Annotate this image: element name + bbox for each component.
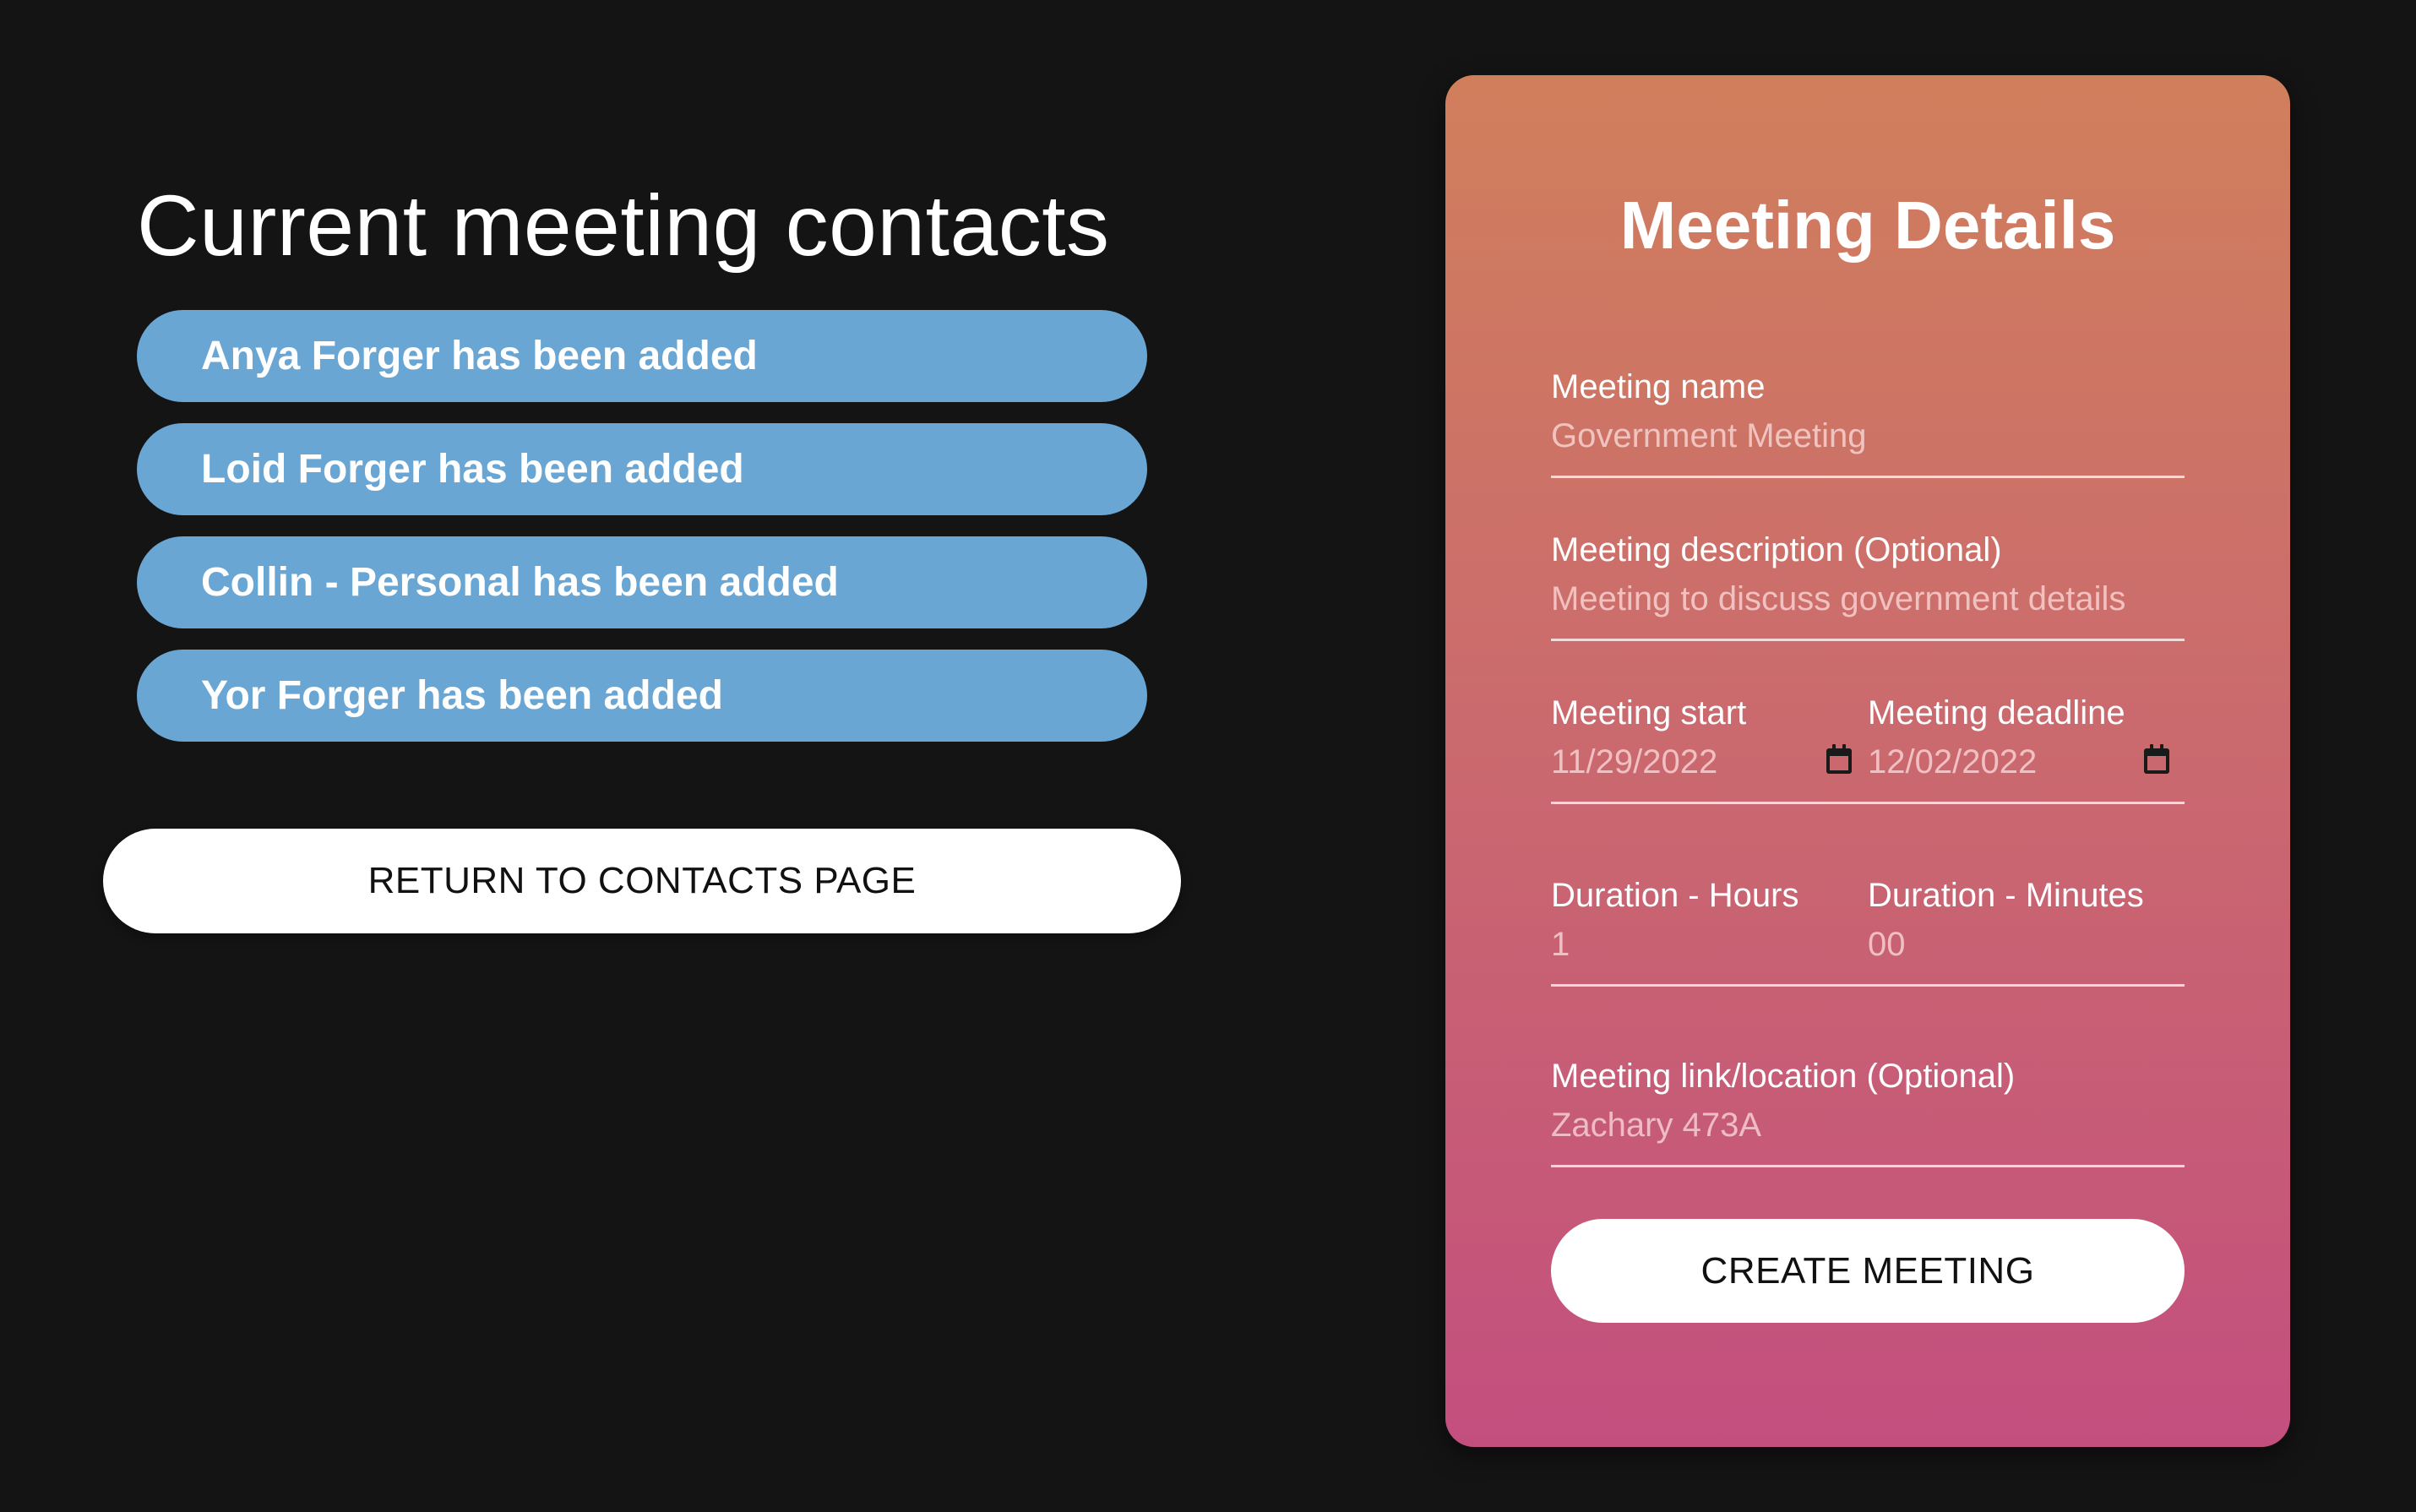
meeting-description-field: Meeting description (Optional) Meeting t… [1551,528,2185,621]
return-to-contacts-button[interactable]: RETURN TO CONTACTS PAGE [103,829,1181,933]
calendar-icon[interactable] [2144,744,2169,774]
meeting-deadline-value: 12/02/2022 [1868,743,2038,780]
calendar-icon[interactable] [1826,744,1852,774]
meeting-start-label: Meeting start [1551,694,1747,732]
duration-hours-label: Duration - Hours [1551,877,1799,914]
meeting-name-field: Meeting name Government Meeting [1551,365,2185,458]
meeting-details-card: Meeting Details Meeting name Government … [1445,75,2290,1447]
meeting-start-value: 11/29/2022 [1551,743,1718,780]
contact-list: Anya Forger has been added Loid Forger h… [137,310,1147,763]
meeting-details-title: Meeting Details [1619,188,2116,263]
duration-minutes-field: Duration - Minutes 00 [1868,873,2185,966]
meeting-description-label: Meeting description (Optional) [1551,531,2002,568]
duration-underline [1551,984,2185,987]
meeting-description-input[interactable]: Meeting to discuss government details [1551,577,2185,621]
create-meeting-button[interactable]: CREATE MEETING [1551,1219,2185,1323]
contacts-title: Current meeting contacts [137,177,1110,274]
contact-added-item: Yor Forger has been added [137,650,1147,742]
meeting-name-input[interactable]: Government Meeting [1551,414,2185,458]
meeting-deadline-input[interactable]: 12/02/2022 [1868,740,2185,784]
duration-minutes-label: Duration - Minutes [1868,877,2144,914]
meeting-location-label: Meeting link/location (Optional) [1551,1058,2016,1095]
meeting-name-label: Meeting name [1551,368,1766,405]
meeting-dates-underline [1551,802,2185,804]
meeting-description-underline [1551,639,2185,641]
duration-hours-input[interactable]: 1 [1551,922,1868,966]
meeting-location-input[interactable]: Zachary 473A [1551,1103,2185,1147]
contacts-panel: Current meeting contacts Anya Forger has… [0,0,1267,1512]
meeting-deadline-label: Meeting deadline [1868,694,2125,732]
contact-added-item: Anya Forger has been added [137,310,1147,402]
meeting-location-underline [1551,1165,2185,1167]
duration-minutes-input[interactable]: 00 [1868,922,2185,966]
meeting-deadline-field: Meeting deadline 12/02/2022 [1868,691,2185,784]
meeting-name-underline [1551,476,2185,478]
meeting-start-input[interactable]: 11/29/2022 [1551,740,1868,784]
meeting-location-field: Meeting link/location (Optional) Zachary… [1551,1054,2185,1147]
duration-hours-field: Duration - Hours 1 [1551,873,1868,966]
contact-added-item: Loid Forger has been added [137,423,1147,515]
create-meeting-page: Current meeting contacts Anya Forger has… [0,0,2416,1512]
contact-added-item: Collin - Personal has been added [137,536,1147,628]
meeting-start-field: Meeting start 11/29/2022 [1551,691,1868,784]
